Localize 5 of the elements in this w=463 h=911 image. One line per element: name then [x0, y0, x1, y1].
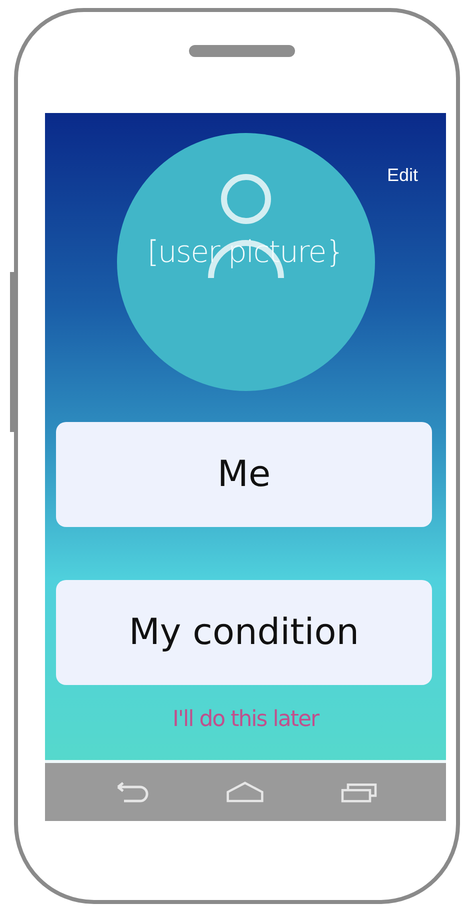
recent-apps-icon[interactable] — [340, 781, 378, 803]
home-icon[interactable] — [226, 781, 264, 803]
edit-link[interactable]: Edit — [386, 165, 418, 186]
menu-button[interactable]: My condition — [56, 580, 432, 685]
menu-button[interactable]: Me — [56, 422, 432, 527]
